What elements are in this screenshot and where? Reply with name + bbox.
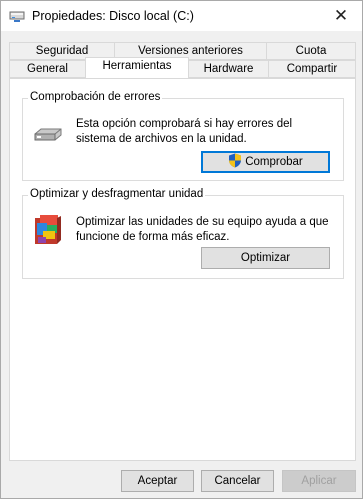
tab-general[interactable]: General <box>9 60 86 78</box>
optimize-group: Optimizar y desfragmentar unidad Optimiz… <box>22 188 344 279</box>
defrag-icon <box>32 213 64 250</box>
close-button[interactable]: ✕ <box>320 1 362 31</box>
optimize-description-1: Optimizar las unidades de su equipo ayud… <box>76 216 329 228</box>
tab-herramientas[interactable]: Herramientas <box>85 57 189 78</box>
tab-panel-herramientas: Comprobación de errores Esta opción comp… <box>9 78 356 461</box>
close-icon: ✕ <box>333 6 349 25</box>
cancel-button[interactable]: Cancelar <box>201 470 274 492</box>
uac-shield-icon <box>228 153 242 171</box>
optimize-title: Optimizar y desfragmentar unidad <box>28 188 206 200</box>
optimize-description-2: funcione de forma más eficaz. <box>76 231 230 243</box>
error-check-group: Comprobación de errores Esta opción comp… <box>22 91 344 181</box>
optimize-button[interactable]: Optimizar <box>201 247 330 269</box>
accept-button-label: Aceptar <box>137 475 178 487</box>
tab-compartir[interactable]: Compartir <box>268 60 356 78</box>
properties-window: Propiedades: Disco local (C:) ✕ Segurida… <box>0 0 363 499</box>
cancel-button-label: Cancelar <box>214 475 261 487</box>
optimize-button-label: Optimizar <box>240 252 291 264</box>
check-button[interactable]: Comprobar <box>201 151 330 173</box>
accept-button[interactable]: Aceptar <box>121 470 194 492</box>
window-title: Propiedades: Disco local (C:) <box>32 9 194 23</box>
tab-hardware[interactable]: Hardware <box>188 60 269 78</box>
error-check-description-1: Esta opción comprobará si hay errores de… <box>76 118 293 130</box>
check-button-label: Comprobar <box>245 156 303 168</box>
error-check-title: Comprobación de errores <box>28 91 163 103</box>
tab-cuota[interactable]: Cuota <box>266 42 356 60</box>
drive-icon <box>33 126 63 149</box>
title-bar[interactable]: Propiedades: Disco local (C:) ✕ <box>1 1 362 31</box>
apply-button[interactable]: Aplicar <box>282 470 356 492</box>
apply-button-label: Aplicar <box>301 475 337 487</box>
drive-title-icon <box>9 9 25 23</box>
error-check-description-2: sistema de archivos en la unidad. <box>76 133 247 145</box>
